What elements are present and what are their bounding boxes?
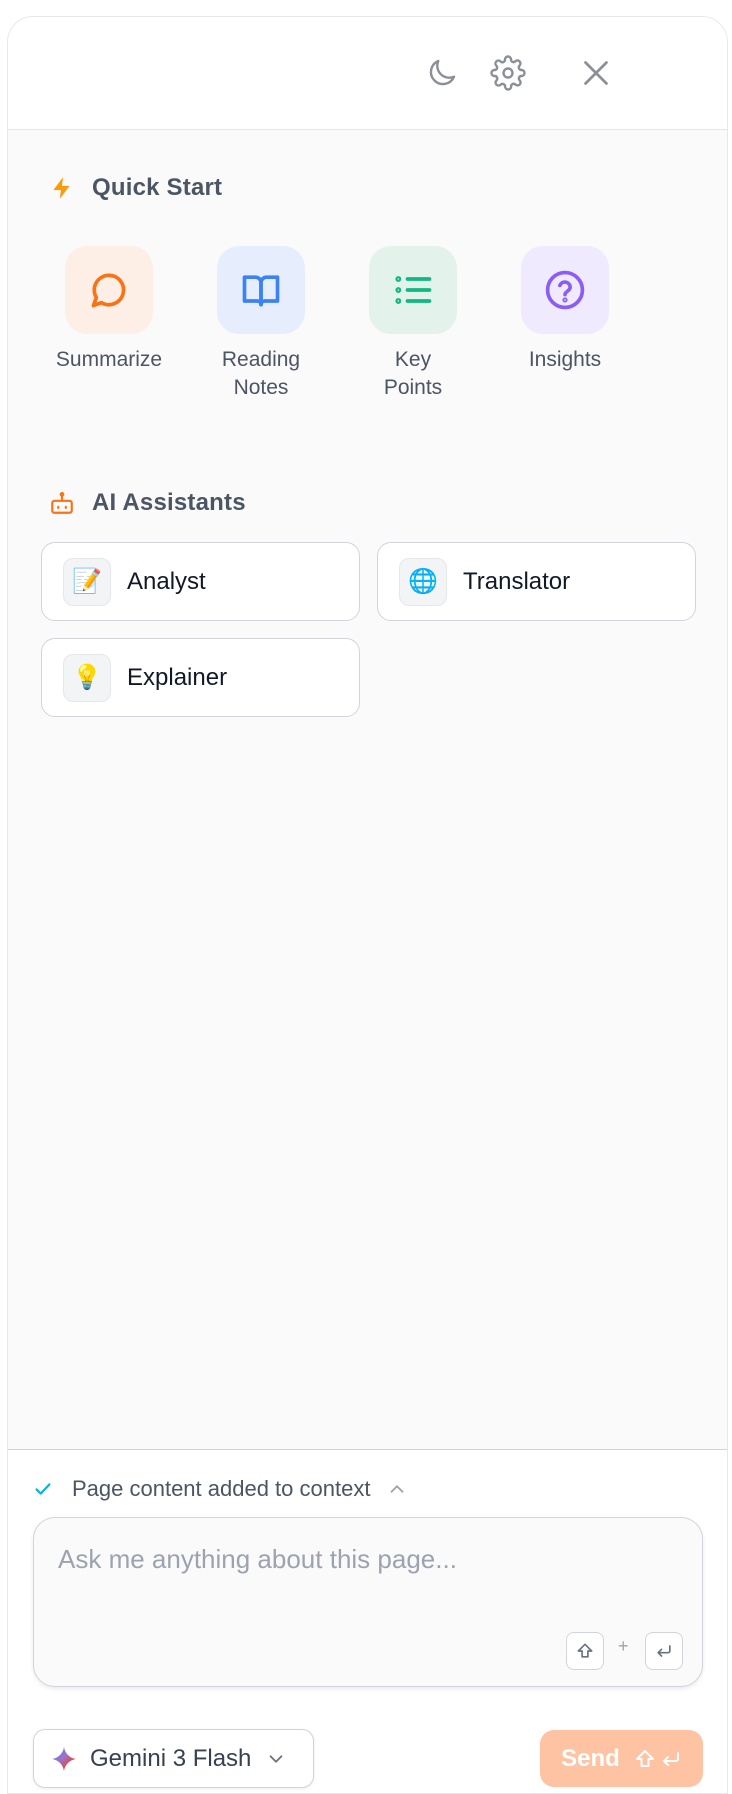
shift-enter-icon bbox=[635, 1749, 679, 1767]
list-icon bbox=[395, 276, 432, 304]
robot-icon bbox=[48, 489, 76, 517]
quick-action-label: Reading Notes bbox=[221, 348, 301, 399]
ai-assistants-title: AI Assistants bbox=[92, 489, 246, 516]
lightning-icon bbox=[48, 174, 76, 202]
chat-footer: Page content added to context + bbox=[8, 1449, 727, 1793]
dark-mode-button[interactable] bbox=[420, 51, 464, 95]
check-icon bbox=[35, 1483, 51, 1495]
context-status-text: Page content added to context bbox=[72, 1476, 371, 1501]
shift-key-hint bbox=[566, 1632, 604, 1670]
close-icon bbox=[584, 61, 608, 85]
assistant-name: Translator bbox=[463, 567, 571, 595]
panel-header bbox=[8, 17, 727, 130]
model-selector[interactable]: Gemini 3 Flash bbox=[33, 1729, 314, 1788]
quick-action-label: Insights bbox=[528, 348, 602, 371]
enter-icon bbox=[657, 1645, 671, 1657]
quick-action-label: Key Points bbox=[383, 348, 443, 399]
chevron-up-icon[interactable] bbox=[386, 1478, 408, 1500]
gemini-spark-icon bbox=[51, 1746, 77, 1771]
gear-icon bbox=[490, 55, 526, 91]
globe-icon: 🌐 bbox=[399, 557, 447, 606]
book-open-icon bbox=[242, 275, 280, 307]
assistant-card-translator[interactable]: 🌐 Translator bbox=[377, 542, 696, 621]
ai-assistants-heading: AI Assistants bbox=[48, 489, 246, 517]
assistant-card-analyst[interactable]: 📝 Analyst bbox=[41, 542, 360, 621]
assistant-card-explainer[interactable]: 💡 Explainer bbox=[41, 638, 360, 717]
lightbulb-icon: 💡 bbox=[63, 653, 111, 702]
send-label: Send bbox=[561, 1744, 620, 1772]
assistant-panel: Quick Start Summarize Reading Notes Key … bbox=[7, 16, 728, 1794]
enter-key-hint bbox=[645, 1632, 683, 1670]
memo-icon: 📝 bbox=[63, 557, 111, 606]
question-circle-icon bbox=[545, 270, 585, 310]
shortcut-plus: + bbox=[618, 1636, 629, 1656]
quick-action-tile bbox=[65, 246, 153, 334]
chat-bubble-icon bbox=[91, 273, 126, 308]
moon-icon bbox=[429, 59, 456, 86]
chat-input[interactable] bbox=[58, 1544, 668, 1624]
quick-start-title: Quick Start bbox=[92, 174, 223, 201]
close-button[interactable] bbox=[574, 51, 618, 95]
shift-icon bbox=[577, 1643, 593, 1658]
chat-input-box: + bbox=[33, 1517, 703, 1687]
settings-button[interactable] bbox=[486, 51, 530, 95]
quick-action-summarize[interactable]: Summarize bbox=[34, 246, 184, 374]
assistant-name: Explainer bbox=[127, 663, 228, 691]
send-button[interactable]: Send bbox=[540, 1730, 703, 1787]
quick-start-heading: Quick Start bbox=[48, 174, 222, 202]
quick-action-tile bbox=[521, 246, 609, 334]
assistant-name: Analyst bbox=[127, 567, 206, 595]
quick-action-label: Summarize bbox=[55, 348, 163, 371]
quick-action-tile bbox=[369, 246, 457, 334]
chevron-down-icon bbox=[269, 1754, 283, 1763]
quick-action-key-points[interactable]: Key Points bbox=[338, 246, 488, 402]
quick-action-insights[interactable]: Insights bbox=[490, 246, 640, 374]
quick-action-tile bbox=[217, 246, 305, 334]
model-name: Gemini 3 Flash bbox=[90, 1744, 252, 1772]
quick-action-reading-notes[interactable]: Reading Notes bbox=[186, 246, 336, 402]
context-status-row: Page content added to context bbox=[32, 1476, 408, 1502]
